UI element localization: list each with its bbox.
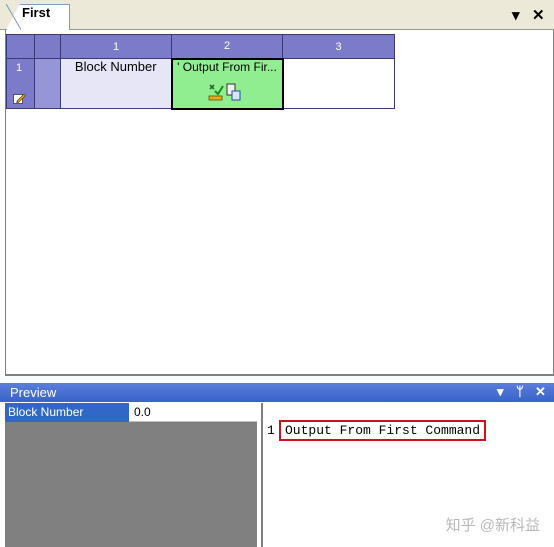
preview-title: Preview: [10, 385, 57, 400]
column-header-3[interactable]: 3: [282, 34, 395, 59]
column-header-1[interactable]: 1: [60, 34, 172, 59]
row-number: 1: [16, 62, 23, 74]
row-blank-cell: [34, 58, 61, 109]
property-name: Block Number: [5, 403, 129, 422]
document-tab-strip: First ▾ ✕: [0, 0, 554, 30]
grid-header-row: 1 2 3: [6, 34, 395, 59]
grid-corner[interactable]: [6, 34, 35, 59]
output-command-icon: [208, 83, 240, 100]
grid-blank-header: [34, 34, 61, 59]
code-line[interactable]: Output From First Command: [279, 420, 487, 441]
property-value[interactable]: 0.0: [132, 403, 151, 422]
command-icons: [207, 82, 243, 105]
code-preview-panel: 1 Output From First Command 知乎 @新科益: [261, 403, 554, 547]
close-preview-icon[interactable]: ✕: [535, 384, 546, 400]
grid-row-1: 1 Block Number ' Output From Fir...: [6, 57, 395, 110]
output-command-cell[interactable]: ' Output From Fir...: [170, 57, 284, 110]
preview-title-bar: Preview ▾ ᛘ ✕: [0, 383, 554, 402]
close-document-icon[interactable]: ✕: [532, 6, 545, 24]
tab-edge: [6, 4, 21, 30]
preview-dropdown-icon[interactable]: ▾: [497, 384, 504, 400]
tab-dropdown-icon[interactable]: ▾: [512, 6, 520, 24]
block-number-cell[interactable]: Block Number: [60, 58, 172, 109]
line-number: 1: [267, 423, 275, 438]
empty-cell[interactable]: [282, 58, 395, 109]
watermark: 知乎 @新科益: [445, 517, 540, 534]
row-header-1[interactable]: 1: [6, 58, 35, 109]
pin-icon[interactable]: ᛘ: [516, 384, 524, 399]
property-row[interactable]: Block Number 0.0: [5, 403, 257, 422]
column-header-2[interactable]: 2: [171, 34, 283, 59]
block-grid: 1 2 3 1 Block Number ' Output From Fir..…: [6, 34, 395, 110]
preview-properties-panel: Block Number 0.0: [5, 403, 257, 547]
output-command-label: ' Output From Fir...: [177, 59, 277, 74]
block-grid-area: 1 2 3 1 Block Number ' Output From Fir..…: [5, 30, 554, 376]
edit-pencil-icon[interactable]: [13, 92, 26, 104]
tab-first-label[interactable]: First: [22, 5, 50, 20]
